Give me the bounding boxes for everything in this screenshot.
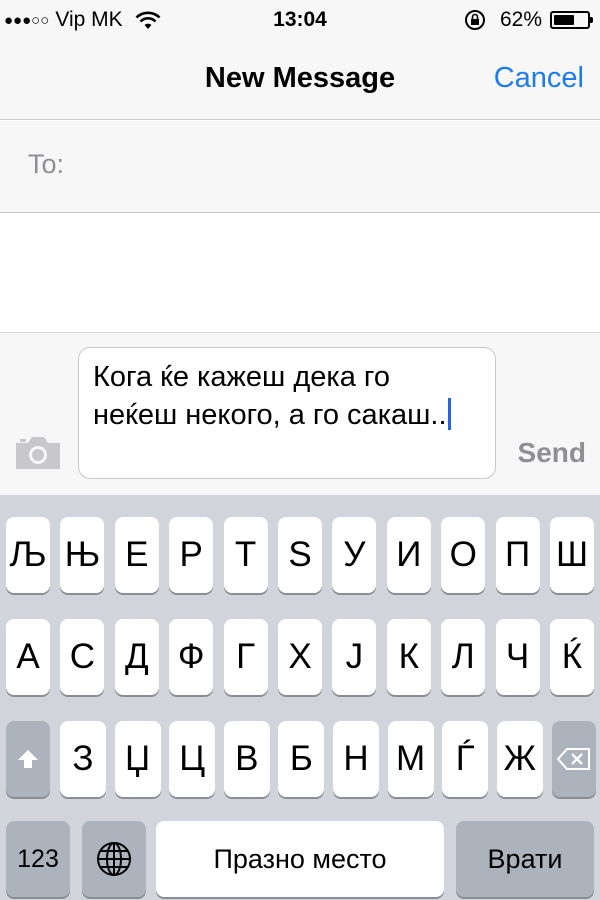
key-7[interactable]: Ј — [332, 619, 377, 695]
keyboard: ЉЊЕРТЅУИОПШ АСДФГХЈКЛЧЌ ЗЏЦВБНМЃЖ 123 Пр… — [0, 495, 600, 900]
key-3[interactable]: Ц — [169, 721, 216, 797]
globe-icon — [97, 842, 131, 876]
key-1[interactable]: Љ — [6, 517, 50, 593]
key-2[interactable]: Њ — [60, 517, 105, 593]
key-4[interactable]: Р — [169, 517, 214, 593]
key-1[interactable]: З — [60, 721, 106, 797]
to-label: To: — [28, 149, 65, 179]
key-7[interactable]: М — [387, 721, 434, 797]
key-6[interactable]: Х — [278, 619, 322, 695]
battery-percent: 62% — [499, 8, 542, 31]
status-bar: ●●●○○ Vip MK 13:04 62% — [0, 0, 600, 40]
key-8[interactable]: К — [386, 619, 431, 695]
message-input[interactable]: Кога ќе кажеш дека го неќеш некого, а го… — [78, 347, 496, 479]
backspace-icon — [557, 748, 590, 770]
key-11[interactable]: Ќ — [550, 619, 594, 695]
key-10[interactable]: П — [495, 517, 540, 593]
key-6[interactable]: Н — [333, 721, 379, 797]
cancel-button[interactable]: Cancel — [494, 62, 584, 95]
space-key[interactable]: Празно место — [156, 821, 444, 897]
camera-icon[interactable] — [14, 435, 62, 471]
shift-key[interactable] — [6, 721, 50, 797]
text-caret — [447, 398, 451, 430]
battery-level — [554, 15, 574, 25]
shift-icon — [18, 750, 38, 768]
key-10[interactable]: Ч — [495, 619, 540, 695]
key-4[interactable]: В — [223, 721, 270, 797]
message-text: Кога ќе кажеш дека го неќеш некого, а го… — [93, 361, 447, 431]
numbers-key[interactable]: 123 — [6, 821, 70, 897]
rotation-lock-icon — [464, 10, 485, 30]
key-9[interactable]: О — [441, 517, 486, 593]
key-3[interactable]: Е — [114, 517, 159, 593]
key-11[interactable]: Ш — [550, 517, 594, 593]
key-7[interactable]: У — [332, 517, 377, 593]
conversation-area — [0, 213, 600, 333]
key-9[interactable]: Ж — [496, 721, 543, 797]
return-key[interactable]: Врати — [456, 821, 594, 897]
recipient-field[interactable]: To: — [0, 121, 600, 213]
key-2[interactable]: С — [60, 619, 105, 695]
key-8[interactable]: Ѓ — [442, 721, 489, 797]
key-3[interactable]: Д — [114, 619, 159, 695]
globe-key[interactable] — [82, 821, 146, 897]
key-5[interactable]: Б — [278, 721, 325, 797]
key-8[interactable]: И — [386, 517, 431, 593]
key-2[interactable]: Џ — [114, 721, 161, 797]
compose-bar: Кога ќе кажеш дека го неќеш некого, а го… — [0, 333, 600, 495]
key-5[interactable]: Т — [223, 517, 268, 593]
key-6[interactable]: Ѕ — [278, 517, 322, 593]
status-right: 62% — [464, 8, 593, 32]
backspace-key[interactable] — [552, 721, 596, 797]
send-button[interactable]: Send — [518, 437, 586, 469]
nav-bar: New Message Cancel — [0, 40, 600, 120]
key-4[interactable]: Ф — [169, 619, 214, 695]
key-5[interactable]: Г — [223, 619, 268, 695]
battery-icon — [550, 11, 593, 29]
key-9[interactable]: Л — [441, 619, 486, 695]
key-1[interactable]: А — [6, 619, 50, 695]
